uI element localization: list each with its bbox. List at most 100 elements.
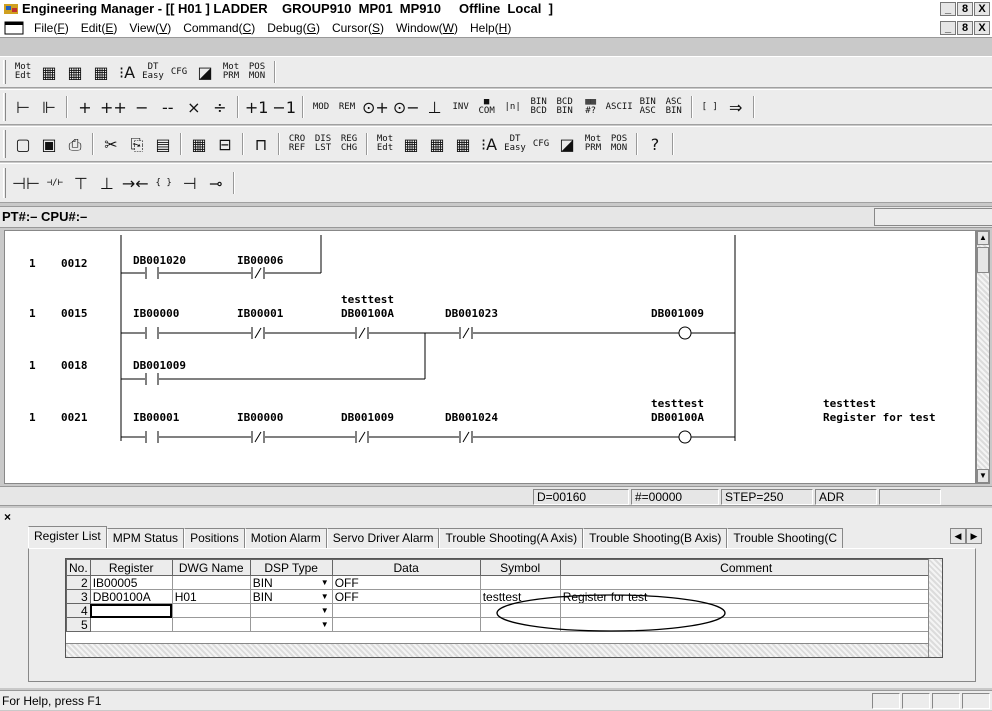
col-header-no[interactable]: No.	[66, 559, 91, 576]
toolbar-button[interactable]: ▢	[12, 133, 34, 155]
symbol-cell[interactable]	[479, 575, 561, 590]
tab-register-list[interactable]: Register List	[28, 526, 107, 548]
maximize-button[interactable]: 8	[957, 2, 973, 16]
toolbar-button[interactable]: ⊣	[179, 172, 201, 194]
tab-mpm-status[interactable]: MPM Status	[106, 528, 185, 548]
dwg-cell[interactable]: H01	[171, 589, 251, 604]
doc-maximize-button[interactable]: 8	[957, 20, 973, 35]
menu-edit[interactable]: Edit(E)	[75, 21, 124, 35]
register-grid[interactable]: No. Register DWG Name DSP Type Data Symb…	[65, 558, 943, 658]
toolbar-button[interactable]: DIS LST	[312, 133, 334, 155]
toolbar-button[interactable]: BIN BCD	[528, 96, 550, 118]
toolbar-button[interactable]: ▦	[400, 133, 422, 155]
toolbar-grip[interactable]	[3, 60, 6, 84]
table-row[interactable]: 2 IB00005 BIN ▼ OFF	[66, 575, 933, 590]
toolbar-button[interactable]: Mot PRM	[220, 61, 242, 83]
toolbar-button[interactable]: ++	[100, 96, 127, 118]
data-cell[interactable]	[331, 603, 481, 618]
toolbar-button[interactable]: ▦	[188, 133, 210, 155]
toolbar-button[interactable]: ▦	[452, 133, 474, 155]
ladder-editor[interactable]: 1 0012 1 0015 1 0018 1 0021 DB001020 IB0…	[4, 230, 976, 484]
toolbar-button[interactable]: ⊤	[70, 172, 92, 194]
toolbar-button[interactable]: −	[131, 96, 153, 118]
scroll-thumb[interactable]	[977, 247, 989, 273]
coil-label[interactable]: DB001009	[651, 307, 704, 320]
toolbar-button[interactable]: ⊣/⊢	[44, 172, 66, 194]
data-cell[interactable]	[331, 617, 481, 632]
dsp-type-cell[interactable]: BIN ▼	[249, 575, 333, 590]
tab-trouble-shooting-c[interactable]: Trouble Shooting(C	[727, 528, 844, 548]
toolbar-button[interactable]: ASC BIN	[663, 96, 685, 118]
grid-vertical-scrollbar[interactable]	[928, 559, 942, 657]
data-cell[interactable]: OFF	[331, 589, 481, 604]
toolbar-button[interactable]: CFG	[530, 133, 552, 155]
col-header-dwg-name[interactable]: DWG Name	[171, 559, 251, 576]
contact-label[interactable]: DB001009	[133, 359, 186, 372]
toolbar-button[interactable]: ×	[183, 96, 205, 118]
dwg-cell[interactable]	[171, 617, 251, 632]
toolbar-button[interactable]: ⊩	[38, 96, 60, 118]
toolbar-button[interactable]: ◪	[194, 61, 216, 83]
tab-scroll-right-icon[interactable]: ▶	[966, 528, 982, 544]
toolbar-button[interactable]: +1	[245, 96, 269, 118]
toolbar-button[interactable]: ▤	[152, 133, 174, 155]
toolbar-button[interactable]: |n|	[502, 96, 524, 118]
toolbar-button[interactable]: CRO REF	[286, 133, 308, 155]
toolbar-grip[interactable]	[3, 93, 6, 121]
toolbar-button[interactable]: ■ COM	[476, 96, 498, 118]
contact-label[interactable]: DB001009	[341, 411, 394, 424]
dsp-type-cell[interactable]: ▼	[249, 617, 333, 632]
toolbar-button[interactable]: ⊓	[250, 133, 272, 155]
toolbar-grip[interactable]	[3, 130, 6, 158]
col-header-dsp-type[interactable]: DSP Type	[249, 559, 333, 576]
contact-label[interactable]: IB00000	[237, 411, 283, 424]
toolbar-button[interactable]: ▣	[38, 133, 60, 155]
scroll-down-icon[interactable]: ▼	[977, 469, 989, 483]
toolbar-button[interactable]: ✂	[100, 133, 122, 155]
toolbar-button[interactable]: REM	[336, 96, 358, 118]
toolbar-button[interactable]: DT Easy	[142, 61, 164, 83]
toolbar-button[interactable]: ⊟	[214, 133, 236, 155]
toolbar-button[interactable]: BCD BIN	[554, 96, 576, 118]
close-button[interactable]: X	[974, 2, 990, 16]
tab-trouble-shooting-b[interactable]: Trouble Shooting(B Axis)	[583, 528, 728, 548]
panel-close-icon[interactable]: ×	[4, 510, 11, 524]
menu-window[interactable]: Window(W)	[390, 21, 464, 35]
menu-cursor[interactable]: Cursor(S)	[326, 21, 390, 35]
toolbar-button[interactable]: ⁝A	[116, 61, 138, 83]
register-cell-selected[interactable]	[89, 603, 173, 618]
toolbar-button[interactable]: ?	[644, 133, 666, 155]
toolbar-button[interactable]: DT Easy	[504, 133, 526, 155]
dropdown-arrow-icon[interactable]: ▼	[320, 619, 330, 631]
toolbar-button[interactable]: ⊙+	[362, 96, 389, 118]
contact-label[interactable]: IB00001	[133, 411, 180, 424]
toolbar-button[interactable]: ⊥	[424, 96, 446, 118]
data-cell[interactable]: OFF	[331, 575, 481, 590]
toolbar-button[interactable]: ⊥	[96, 172, 118, 194]
comment-cell[interactable]	[559, 575, 933, 590]
contact-label[interactable]: IB00006	[237, 254, 284, 267]
toolbar-button[interactable]: ▦	[90, 61, 112, 83]
toolbar-button[interactable]: Mot Edt	[12, 61, 34, 83]
col-header-register[interactable]: Register	[89, 559, 173, 576]
dropdown-arrow-icon[interactable]: ▼	[320, 605, 330, 617]
register-cell[interactable]	[89, 617, 173, 632]
menu-help[interactable]: Help(H)	[464, 21, 517, 35]
toolbar-button[interactable]: ⇒	[725, 96, 747, 118]
dwg-cell[interactable]	[171, 575, 251, 590]
menu-file[interactable]: File(F)	[28, 21, 75, 35]
col-header-data[interactable]: Data	[331, 559, 481, 576]
toolbar-button[interactable]: [ ]	[699, 96, 721, 118]
toolbar-button[interactable]: ÷	[209, 96, 231, 118]
toolbar-button[interactable]: REG CHG	[338, 133, 360, 155]
tab-servo-driver-alarm[interactable]: Servo Driver Alarm	[326, 528, 440, 548]
tab-trouble-shooting-a[interactable]: Trouble Shooting(A Axis)	[439, 528, 584, 548]
contact-label[interactable]: DB001024	[445, 411, 498, 424]
toolbar-button[interactable]: ⎙	[64, 133, 86, 155]
toolbar-grip[interactable]	[3, 167, 6, 199]
scroll-up-icon[interactable]: ▲	[977, 231, 989, 245]
tab-positions[interactable]: Positions	[184, 528, 245, 548]
dropdown-arrow-icon[interactable]: ▼	[320, 577, 330, 589]
dwg-cell[interactable]	[171, 603, 251, 618]
contact-label[interactable]: DB001023	[445, 307, 498, 320]
